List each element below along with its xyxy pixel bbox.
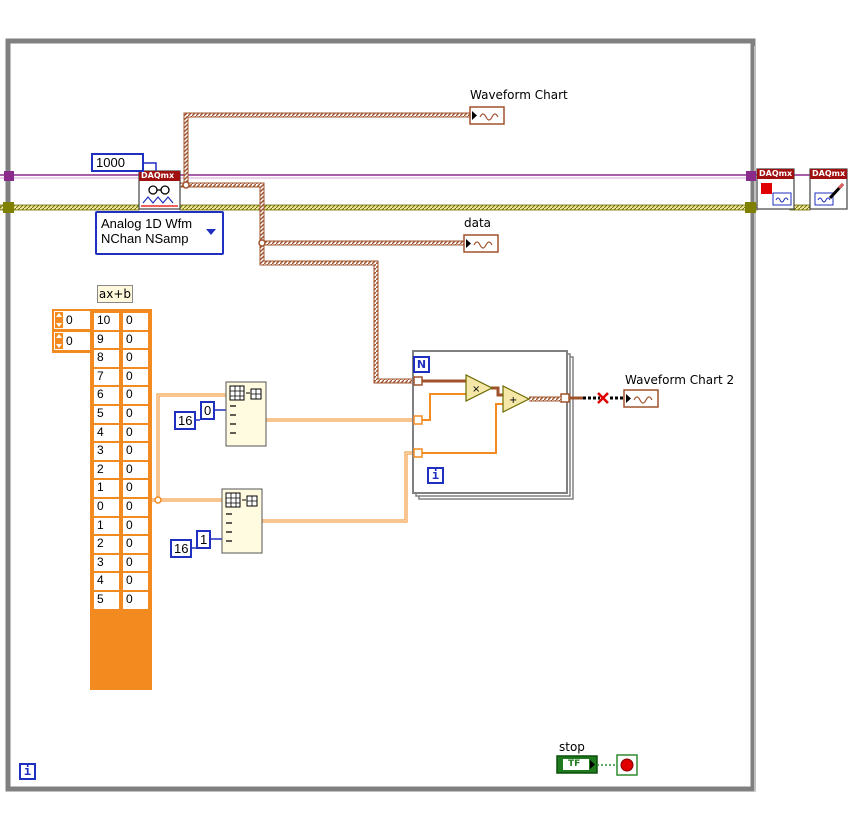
index-spinner-icon[interactable] [55, 312, 63, 328]
array-cell[interactable]: 5 [93, 590, 120, 610]
array-cell[interactable]: 3 [93, 553, 120, 573]
array-cell[interactable]: 0 [122, 423, 149, 443]
array-cell[interactable]: 7 [93, 367, 120, 387]
array-index-row[interactable]: 0 [54, 332, 90, 350]
array-cell[interactable]: 0 [122, 367, 149, 387]
array-cell[interactable]: 0 [122, 386, 149, 405]
array-index-display[interactable]: 00 [52, 309, 92, 353]
array-cell[interactable]: 9 [93, 330, 120, 350]
array-cell[interactable]: 5 [93, 404, 120, 424]
read-mode-line-1: Analog 1D Wfm [101, 216, 193, 231]
array-row: 40 [93, 423, 149, 443]
array-cell[interactable]: 0 [122, 590, 149, 610]
index-constant-b[interactable]: 1 [196, 530, 211, 549]
index-constant-a[interactable]: 0 [200, 401, 215, 420]
array-cell[interactable]: 1 [93, 479, 120, 498]
array-cell[interactable]: 1 [93, 516, 120, 536]
array-cell[interactable]: 8 [93, 349, 120, 368]
array-row: 10 [93, 516, 149, 536]
array-cell[interactable]: 0 [122, 516, 149, 536]
stop-terminal-icon[interactable] [616, 754, 638, 776]
array-cell[interactable]: 0 [122, 572, 149, 591]
broken-wire[interactable] [569, 392, 624, 404]
chevron-down-icon [206, 229, 216, 235]
data-terminal[interactable] [463, 234, 499, 253]
coefficient-wire[interactable] [262, 418, 413, 523]
array-row: 90 [93, 330, 149, 350]
array-row: 30 [93, 442, 149, 461]
array-cell[interactable]: 0 [122, 349, 149, 368]
array-cell[interactable]: 0 [122, 497, 149, 517]
array-row: 30 [93, 553, 149, 573]
array-cell[interactable]: 3 [93, 442, 120, 461]
boolean-tf-label: TF [568, 759, 581, 769]
array-cell[interactable]: 2 [93, 535, 120, 554]
array-index-value[interactable]: 0 [64, 334, 73, 348]
svg-text:×: × [472, 384, 480, 395]
array-row: 60 [93, 386, 149, 405]
for-loop-iteration-terminal: i [427, 467, 444, 484]
read-mode-selector[interactable]: Analog 1D Wfm NChan NSamp [95, 211, 224, 255]
while-loop-iteration-terminal: i [19, 763, 36, 780]
array-cell[interactable]: 4 [93, 572, 120, 591]
array-label: ax+b [97, 285, 133, 303]
array-cell[interactable]: 0 [122, 553, 149, 573]
array-cell[interactable]: 10 [93, 312, 120, 331]
samples-per-channel-constant[interactable]: 1000 [91, 153, 144, 172]
length-constant-a[interactable]: 16 [174, 411, 196, 430]
daqmx-clear-badge: DAQmx [812, 169, 846, 178]
array-cell[interactable]: 0 [122, 535, 149, 554]
array-cell[interactable]: 2 [93, 460, 120, 480]
array-row: 20 [93, 460, 149, 480]
stop-label: stop [559, 740, 585, 754]
array-subset-icon[interactable] [225, 381, 267, 447]
array-row: 80 [93, 349, 149, 368]
index-spinner-icon[interactable] [55, 333, 63, 349]
array-row: 50 [93, 404, 149, 424]
waveform-chart-terminal[interactable] [469, 106, 505, 125]
length-constant-b[interactable]: 16 [170, 539, 192, 558]
array-cell[interactable]: 6 [93, 386, 120, 405]
coefficient-array-constant[interactable]: 10 0 9 0 8 0 7 0 6 0 5 0 4 0 3 0 2 0 1 0 0 0 1 0 2 0 3 0 4 0 5 0 [90, 309, 152, 690]
waveform-chart-2-terminal[interactable] [623, 389, 659, 408]
array-row: 40 [93, 572, 149, 591]
array-cell[interactable]: 0 [122, 330, 149, 350]
data-label: data [464, 216, 492, 230]
for-loop-count-terminal[interactable]: N [413, 356, 430, 373]
waveform-chart-label: Waveform Chart [470, 88, 568, 102]
array-cell[interactable]: 0 [93, 497, 120, 517]
array-index-row[interactable]: 0 [54, 311, 90, 329]
array-cell[interactable]: 0 [122, 479, 149, 498]
daqmx-stop-badge: DAQmx [759, 169, 793, 178]
array-cell[interactable]: 0 [122, 312, 149, 331]
daqmx-read-badge: DAQmx [141, 171, 175, 180]
array-cell[interactable]: 4 [93, 423, 120, 443]
array-row: 00 [93, 497, 149, 517]
array-row: 20 [93, 535, 149, 554]
waveform-chart-2-label: Waveform Chart 2 [625, 373, 735, 387]
array-row: 10 0 [93, 312, 149, 331]
array-subset-icon[interactable] [221, 488, 263, 554]
read-mode-line-2: NChan NSamp [101, 231, 189, 246]
array-row: 70 [93, 367, 149, 387]
array-cell[interactable]: 0 [122, 404, 149, 424]
svg-text:+: + [509, 395, 517, 406]
array-cell[interactable]: 0 [122, 460, 149, 480]
array-index-value[interactable]: 0 [64, 313, 73, 327]
task-wire[interactable] [0, 171, 812, 181]
array-row: 50 [93, 590, 149, 610]
array-cell[interactable]: 0 [122, 442, 149, 461]
array-row: 10 [93, 479, 149, 498]
